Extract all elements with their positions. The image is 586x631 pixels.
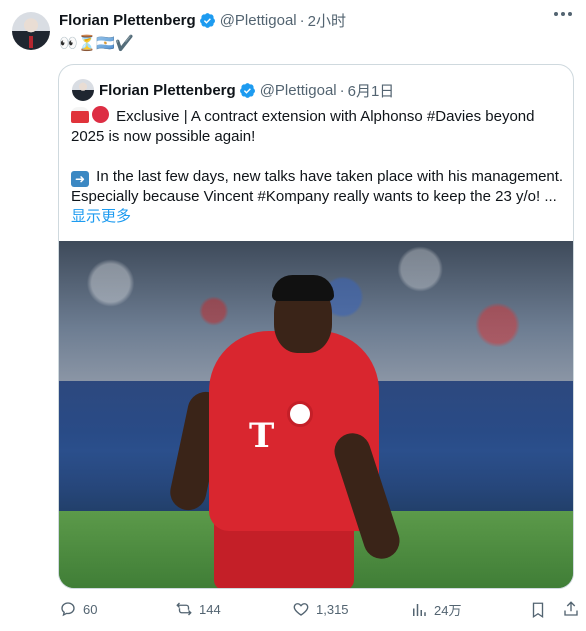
heart-icon [293, 603, 309, 616]
quoted-verified-badge-icon [239, 82, 255, 98]
red-circle-icon [92, 106, 109, 123]
verified-badge-icon [199, 12, 215, 28]
photo-sponsor-logo: T [249, 416, 275, 456]
share-icon [564, 601, 578, 616]
quoted-tweet[interactable]: Florian Plettenberg @Plettigoal · 6月1日 E… [58, 64, 574, 589]
photo-player-hair [272, 275, 334, 301]
tweet-time[interactable]: 2小时 [308, 10, 346, 31]
photo-club-crest [287, 401, 313, 427]
tweet-header: Florian Plettenberg @Plettigoal · 2小时 [59, 10, 346, 30]
like-button[interactable]: 1,315 [292, 600, 349, 618]
dot-separator: · [339, 81, 345, 99]
quoted-date: 6月1日 [347, 82, 395, 100]
show-more-link[interactable]: 显示更多 [71, 207, 567, 227]
quoted-line-4: Especially because Vincent #Kompany real… [71, 188, 557, 205]
quoted-author-name: Florian Plettenberg [99, 81, 236, 99]
quoted-text: Exclusive | A contract extension with Al… [71, 106, 567, 227]
tweet-text: 👀⏳🇦🇷✔️ [59, 35, 134, 52]
reply-button[interactable]: 60 [59, 600, 97, 618]
author-name[interactable]: Florian Plettenberg [59, 12, 196, 29]
author-avatar[interactable] [12, 12, 50, 50]
quoted-photo[interactable]: T [59, 241, 573, 588]
repost-button[interactable]: 144 [175, 600, 221, 618]
reply-icon [61, 602, 75, 617]
quoted-handle: @Plettigoal [259, 81, 337, 99]
quoted-avatar [72, 79, 94, 101]
bookmark-button[interactable] [529, 601, 547, 624]
author-handle[interactable]: @Plettigoal [220, 12, 297, 29]
quoted-line-3: In the last few days, new talks have tak… [96, 168, 564, 185]
views-count: 24万 [434, 603, 462, 618]
dot-separator: · [299, 11, 305, 29]
siren-icon [71, 107, 89, 123]
action-bar: 60 144 1,315 24万 [59, 600, 579, 622]
reply-count: 60 [83, 601, 98, 617]
repost-count: 144 [199, 601, 221, 617]
bookmark-icon [532, 602, 544, 619]
views-button[interactable]: 24万 [410, 600, 461, 619]
more-options-icon[interactable] [554, 12, 572, 16]
quoted-line-1: Exclusive | A contract extension with Al… [116, 108, 535, 125]
quoted-line-2: 2025 is now possible again! [71, 128, 256, 145]
share-button[interactable] [562, 600, 580, 623]
views-chart-icon [413, 603, 426, 616]
tweet[interactable]: Florian Plettenberg @Plettigoal · 2小时 👀⏳… [0, 0, 586, 631]
repost-icon [176, 602, 192, 616]
like-count: 1,315 [316, 601, 349, 617]
right-arrow-icon: ➜ [71, 171, 89, 187]
quoted-header: Florian Plettenberg @Plettigoal · 6月1日 [99, 79, 394, 101]
